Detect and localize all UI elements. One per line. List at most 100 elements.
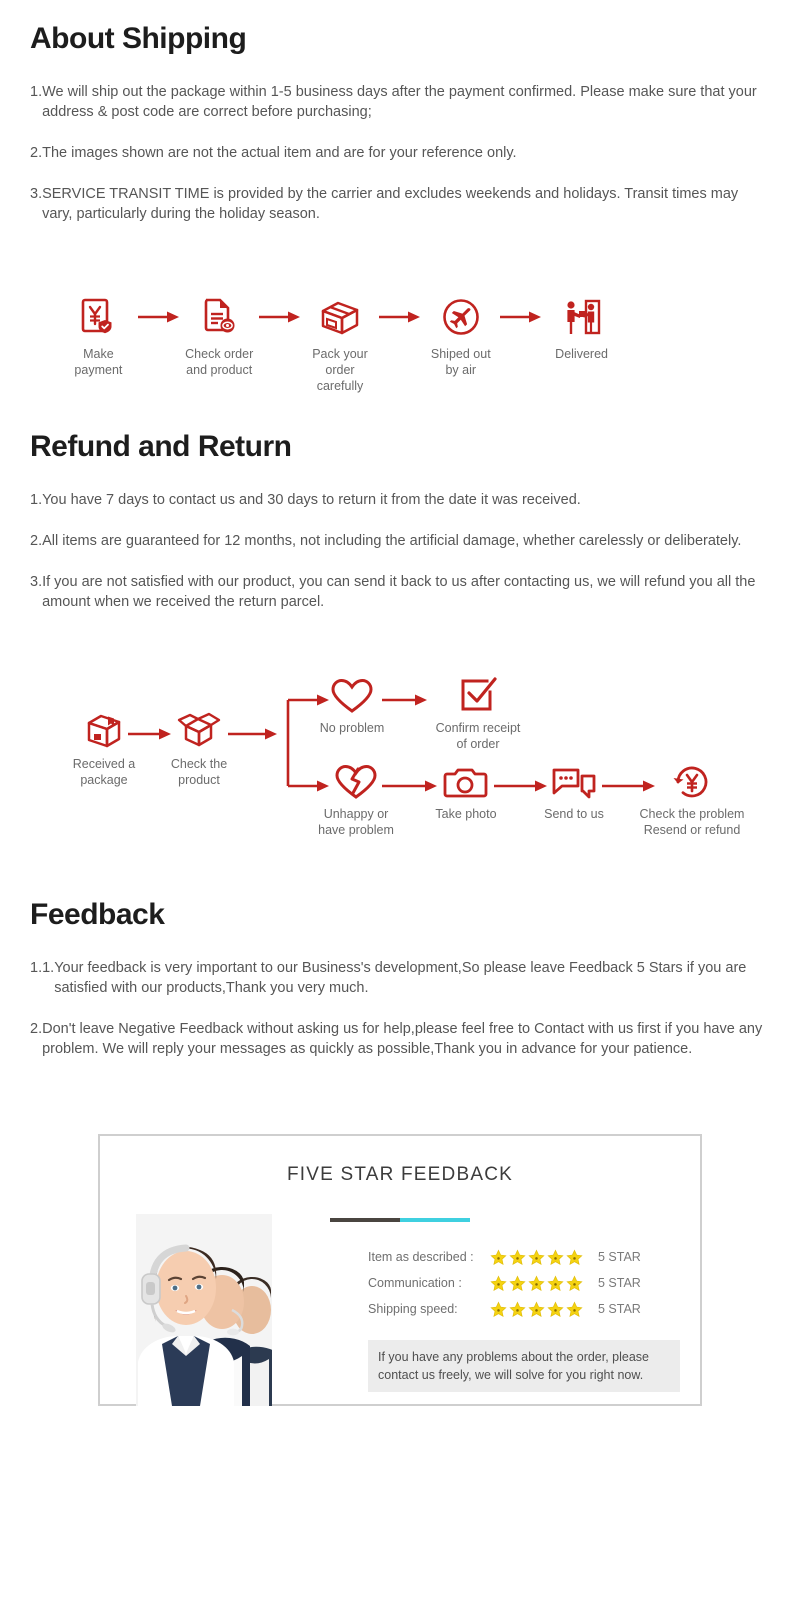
refund-return-section: Refund and Return 1. You have 7 days to … — [30, 430, 770, 633]
shipping-item-1-text: We will ship out the package within 1-5 … — [42, 84, 757, 120]
shipping-item-2-text: The images shown are not the actual item… — [42, 145, 517, 161]
star-icon — [566, 1275, 583, 1291]
shipping-step-delivered: Delivered — [543, 296, 620, 362]
rating-row: Item as described : 5 STAR — [368, 1244, 678, 1270]
rating-label: Communication : — [368, 1276, 462, 1290]
heart-icon — [330, 678, 374, 714]
star-icon — [490, 1301, 507, 1317]
about-shipping-title: About Shipping — [30, 22, 247, 55]
package-box-icon — [317, 296, 363, 338]
rating-value: 5 STAR — [598, 1276, 641, 1290]
shipping-item-1-number: 1. — [30, 84, 43, 100]
star-icon — [528, 1301, 545, 1317]
payment-receipt-icon — [79, 296, 117, 338]
arrow-right-icon — [258, 296, 302, 338]
shipping-step-pack-order: Pack your order carefully — [302, 296, 379, 394]
return-node-check-problem: Check the problem Resend or refund — [612, 764, 772, 838]
feedback-item-1: 1.1. Your feedback is very important to … — [30, 958, 770, 998]
rating-stars — [490, 1275, 598, 1292]
rating-label: Shipping speed: — [368, 1302, 458, 1316]
delivery-person-icon — [561, 296, 603, 338]
return-node-received-package: Received a package — [58, 710, 150, 788]
return-node-no-problem: No problem — [306, 678, 398, 736]
shipping-item-3-text: SERVICE TRANSIT TIME is provided by the … — [42, 186, 739, 222]
return-node-1-label: Received a package — [72, 757, 136, 787]
rating-stars — [490, 1249, 598, 1266]
closed-box-icon — [82, 710, 126, 750]
star-icon — [547, 1275, 564, 1291]
return-node-send-to-us: Send to us — [528, 764, 620, 822]
refund-item-1-number: 1. — [30, 492, 43, 508]
ratings-list: Item as described : 5 STAR Communication… — [368, 1244, 678, 1322]
star-icon — [566, 1301, 583, 1317]
feedback-item-2-text: Don't leave Negative Feedback without as… — [42, 1021, 763, 1057]
airplane-circle-icon — [441, 296, 481, 338]
shipping-item-2: 2. The images shown are not the actual i… — [30, 143, 770, 163]
rating-value: 5 STAR — [598, 1302, 641, 1316]
star-icon — [528, 1275, 545, 1291]
arrow-right-icon — [378, 296, 422, 338]
arrow-right-icon — [499, 296, 543, 338]
shipping-item-1: 1. We will ship out the package within 1… — [30, 82, 770, 122]
star-icon — [509, 1275, 526, 1291]
rating-row: Shipping speed: 5 STAR — [368, 1296, 678, 1322]
shipping-process-flow: Make payment Check order and product Pac… — [60, 296, 620, 396]
feedback-item-2-number: 2. — [30, 1021, 43, 1037]
feedback-item-2: 2. Don't leave Negative Feedback without… — [30, 1019, 770, 1059]
star-icon — [528, 1249, 545, 1265]
open-box-icon — [176, 710, 222, 750]
shipping-step-check-order: Check order and product — [181, 296, 258, 378]
shipping-step-1-label: Make payment — [74, 347, 123, 377]
star-icon — [509, 1249, 526, 1265]
shipping-step-make-payment: Make payment — [60, 296, 137, 378]
rating-row: Communication : 5 STAR — [368, 1270, 678, 1296]
five-star-feedback-card: FIVE STAR FEEDBACK Item as described: 5… — [98, 1134, 702, 1406]
feedback-title: Feedback — [30, 898, 165, 931]
return-node-3-label: No problem — [319, 721, 385, 735]
return-process-flow: Received a package Check the product No … — [20, 676, 790, 866]
checkbox-check-icon — [457, 676, 499, 714]
star-icon — [490, 1249, 507, 1265]
star-icon — [566, 1249, 583, 1265]
refund-item-2-text: All items are guaranteed for 12 months, … — [42, 533, 742, 549]
return-node-confirm-receipt: Confirm receipt of order — [418, 676, 538, 752]
camera-icon — [443, 764, 489, 800]
return-node-unhappy: Unhappy or have problem — [306, 764, 406, 838]
shipping-item-3-number: 3. — [30, 186, 43, 202]
refund-item-1: 1. You have 7 days to contact us and 30 … — [30, 490, 770, 510]
return-node-check-product: Check the product — [153, 710, 245, 788]
shipping-step-3-label: Pack your order carefully — [312, 347, 368, 393]
refund-item-2: 2. All items are guaranteed for 12 month… — [30, 531, 770, 551]
broken-heart-icon — [334, 764, 378, 800]
return-node-6-label: Take photo — [435, 807, 497, 821]
divider-left-half — [330, 1218, 400, 1222]
product-description-page: About Shipping 1. We will ship out the p… — [0, 0, 800, 1600]
shipping-item-2-number: 2. — [30, 145, 43, 161]
return-node-take-photo: Take photo — [420, 764, 512, 822]
refund-item-3-number: 3. — [30, 574, 43, 590]
chat-bubbles-icon — [551, 764, 597, 800]
feedback-item-1-number: 1.1. — [30, 960, 55, 976]
about-shipping-section: About Shipping 1. We will ship out the p… — [30, 22, 770, 245]
return-node-8-label: Check the problem Resend or refund — [639, 807, 745, 837]
return-node-5-label: Unhappy or have problem — [318, 807, 394, 837]
star-icon — [547, 1249, 564, 1265]
arrow-right-icon — [137, 296, 181, 338]
rating-stars — [490, 1301, 598, 1318]
shipping-step-shipped-out: Shiped out by air — [422, 296, 499, 378]
feedback-item-1-text: Your feedback is very important to our B… — [54, 960, 747, 996]
refund-item-3-text: If you are not satisfied with our produc… — [42, 574, 756, 610]
contact-note-box: If you have any problems about the order… — [368, 1340, 680, 1392]
shipping-item-3: 3. SERVICE TRANSIT TIME is provided by t… — [30, 184, 770, 224]
rating-value: 5 STAR — [598, 1250, 641, 1264]
return-node-4-label: Confirm receipt of order — [435, 721, 521, 751]
title-divider — [330, 1218, 470, 1222]
star-icon — [547, 1301, 564, 1317]
star-icon — [490, 1275, 507, 1291]
refund-item-2-number: 2. — [30, 533, 43, 549]
return-node-7-label: Send to us — [544, 807, 604, 821]
shipping-step-5-label: Delivered — [555, 347, 608, 361]
divider-right-half — [400, 1218, 470, 1222]
shipping-step-4-label: Shiped out by air — [430, 347, 491, 377]
star-icon — [509, 1301, 526, 1317]
